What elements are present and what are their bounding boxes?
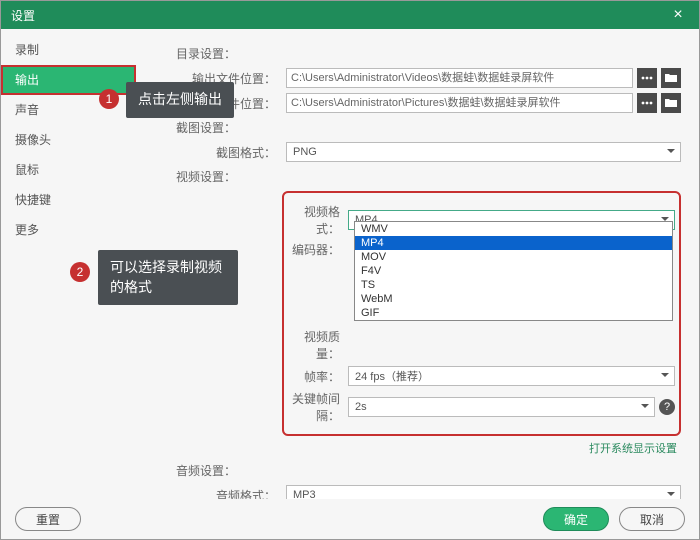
titlebar: 设置 × <box>1 1 699 29</box>
sidebar-item-camera[interactable]: 摄像头 <box>1 125 136 155</box>
option-mp4[interactable]: MP4 <box>355 236 672 250</box>
audio-format-value: MP3 <box>293 489 316 499</box>
sidebar-item-more[interactable]: 更多 <box>1 215 136 245</box>
option-f4v[interactable]: F4V <box>355 264 672 278</box>
chevron-down-icon <box>660 370 670 383</box>
screenshot-path-input[interactable]: C:\Users\Administrator\Pictures\数据蛙\数据蛙录… <box>286 93 633 113</box>
window-title: 设置 <box>11 7 35 24</box>
callout-2: 可以选择录制视频的格式 <box>98 250 238 305</box>
video-format-label: 视频格式： <box>288 203 348 237</box>
section-video: 视频设置： <box>176 168 681 185</box>
video-fps-label: 帧率： <box>288 368 348 385</box>
chevron-down-icon <box>666 489 676 499</box>
more-icon[interactable] <box>637 93 657 113</box>
video-encoder-label: 编码器： <box>288 241 348 258</box>
sidebar-item-record[interactable]: 录制 <box>1 35 136 65</box>
sidebar-item-output[interactable]: 输出 <box>1 65 136 95</box>
callout-1: 点击左侧输出 <box>126 82 234 118</box>
reset-button[interactable]: 重置 <box>15 507 81 531</box>
chevron-down-icon <box>666 146 676 159</box>
section-dir: 目录设置： <box>176 45 681 62</box>
screenshot-format-combo[interactable]: PNG <box>286 142 681 162</box>
help-icon[interactable]: ? <box>659 399 675 415</box>
sidebar-item-mouse[interactable]: 鼠标 <box>1 155 136 185</box>
section-audio: 音频设置： <box>176 462 681 479</box>
section-screenshot: 截图设置： <box>176 119 681 136</box>
open-display-settings-link[interactable]: 打开系统显示设置 <box>136 440 677 456</box>
audio-format-combo[interactable]: MP3 <box>286 485 681 499</box>
option-webm[interactable]: WebM <box>355 292 672 306</box>
option-gif[interactable]: GIF <box>355 306 672 320</box>
sidebar-item-hotkey[interactable]: 快捷键 <box>1 185 136 215</box>
option-ts[interactable]: TS <box>355 278 672 292</box>
video-fps-value: 24 fps（推荐） <box>355 368 429 384</box>
cancel-button[interactable]: 取消 <box>619 507 685 531</box>
video-format-dropdown: WMV MP4 MOV F4V TS WebM GIF <box>354 221 673 321</box>
chevron-down-icon <box>640 401 650 414</box>
option-mov[interactable]: MOV <box>355 250 672 264</box>
video-keyframe-value: 2s <box>355 401 367 413</box>
folder-icon[interactable] <box>661 93 681 113</box>
option-wmv[interactable]: WMV <box>355 222 672 236</box>
audio-format-label: 音频格式： <box>136 487 286 500</box>
video-quality-label: 视频质量： <box>288 328 348 362</box>
callout-badge-2: 2 <box>70 262 90 282</box>
folder-icon[interactable] <box>661 68 681 88</box>
close-icon[interactable]: × <box>663 1 693 29</box>
video-fps-combo[interactable]: 24 fps（推荐） <box>348 366 675 386</box>
screenshot-format-value: PNG <box>293 146 317 158</box>
video-keyframe-label: 关键帧间隔： <box>288 390 348 424</box>
more-icon[interactable] <box>637 68 657 88</box>
video-settings-box: 视频格式： MP4 编码器： 视频质量： 帧率： 24 fps（推荐） <box>282 191 681 436</box>
callout-badge-1: 1 <box>99 89 119 109</box>
ok-button[interactable]: 确定 <box>543 507 609 531</box>
bottombar: 重置 确定 取消 <box>1 499 699 539</box>
output-path-input[interactable]: C:\Users\Administrator\Videos\数据蛙\数据蛙录屏软… <box>286 68 633 88</box>
screenshot-format-label: 截图格式： <box>136 144 286 161</box>
video-keyframe-combo[interactable]: 2s <box>348 397 655 417</box>
